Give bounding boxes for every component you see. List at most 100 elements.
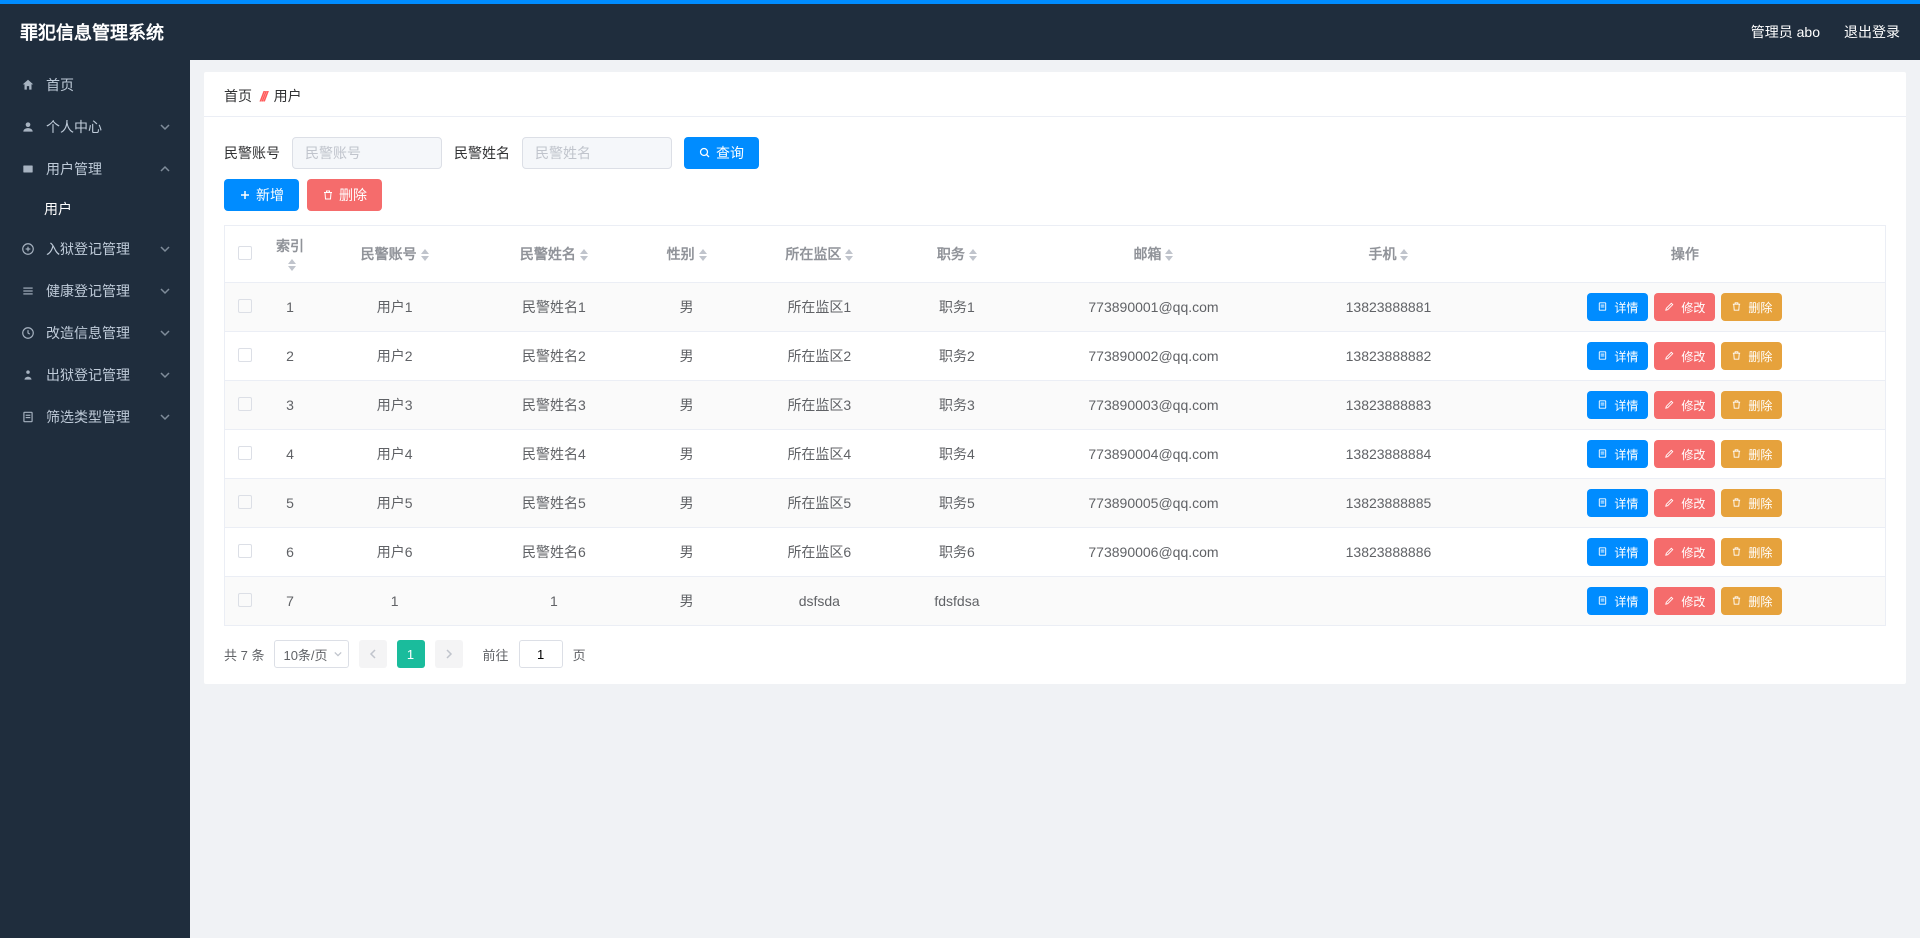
row-delete-button[interactable]: 删除 <box>1721 587 1782 615</box>
cell-phone: 13823888886 <box>1292 528 1485 577</box>
cell-zone: 所在监区5 <box>740 479 899 528</box>
column-header[interactable]: 所在监区 <box>740 226 899 283</box>
column-header[interactable]: 手机 <box>1292 226 1485 283</box>
page-size-select[interactable]: 10条/页 <box>274 640 348 668</box>
sidebar-item-label: 首页 <box>46 75 74 95</box>
add-button[interactable]: 新增 <box>224 179 299 211</box>
chevron-down-icon <box>334 650 342 658</box>
column-header[interactable]: 民警姓名 <box>474 226 633 283</box>
detail-button[interactable]: 详情 <box>1587 440 1648 468</box>
prev-page-button[interactable] <box>359 640 387 668</box>
search-button[interactable]: 查询 <box>684 137 759 169</box>
select-all-checkbox[interactable] <box>238 246 252 260</box>
edit-button[interactable]: 修改 <box>1654 342 1715 370</box>
chevron-down-icon <box>160 412 170 422</box>
document-icon <box>1597 595 1609 607</box>
sidebar-subitem-user[interactable]: 用户 <box>0 190 190 228</box>
row-checkbox[interactable] <box>238 544 252 558</box>
chevron-down-icon <box>160 244 170 254</box>
cell-duty: 职务3 <box>899 381 1015 430</box>
edit-button[interactable]: 修改 <box>1654 391 1715 419</box>
chevron-down-icon <box>160 286 170 296</box>
row-delete-button[interactable]: 删除 <box>1721 391 1782 419</box>
row-delete-button[interactable]: 删除 <box>1721 538 1782 566</box>
data-table: 索引民警账号民警姓名性别所在监区职务邮箱手机操作 1用户1民警姓名1男所在监区1… <box>224 225 1886 626</box>
chevron-down-icon <box>160 328 170 338</box>
cell-index: 5 <box>265 479 315 528</box>
search-input-name[interactable] <box>522 137 672 169</box>
cell-zone: dsfsda <box>740 577 899 626</box>
app-title: 罪犯信息管理系统 <box>20 19 164 45</box>
sidebar-item-7[interactable]: 筛选类型管理 <box>0 396 190 438</box>
row-checkbox[interactable] <box>238 348 252 362</box>
detail-button[interactable]: 详情 <box>1587 293 1648 321</box>
delete-button[interactable]: 删除 <box>307 179 382 211</box>
cell-email: 773890006@qq.com <box>1015 528 1292 577</box>
breadcrumb-current: 用户 <box>274 86 302 106</box>
detail-button[interactable]: 详情 <box>1587 342 1648 370</box>
detail-button[interactable]: 详情 <box>1587 538 1648 566</box>
search-input-account[interactable] <box>292 137 442 169</box>
row-checkbox[interactable] <box>238 495 252 509</box>
next-page-button[interactable] <box>435 640 463 668</box>
sidebar-item-1[interactable]: 个人中心 <box>0 106 190 148</box>
column-header[interactable]: 性别 <box>634 226 740 283</box>
edit-icon <box>1664 399 1676 411</box>
column-header[interactable]: 职务 <box>899 226 1015 283</box>
edit-button[interactable]: 修改 <box>1654 538 1715 566</box>
search-label-account: 民警账号 <box>224 143 280 163</box>
document-icon <box>1597 350 1609 362</box>
sidebar-item-4[interactable]: 健康登记管理 <box>0 270 190 312</box>
breadcrumb-home[interactable]: 首页 <box>224 86 252 106</box>
edit-button[interactable]: 修改 <box>1654 587 1715 615</box>
cell-name: 民警姓名3 <box>474 381 633 430</box>
edit-button[interactable]: 修改 <box>1654 440 1715 468</box>
page-1-button[interactable]: 1 <box>397 640 425 668</box>
edit-button[interactable]: 修改 <box>1654 489 1715 517</box>
trash-icon <box>1731 448 1743 460</box>
sort-icon <box>288 259 296 271</box>
cell-zone: 所在监区2 <box>740 332 899 381</box>
detail-button[interactable]: 详情 <box>1587 489 1648 517</box>
sidebar-item-0[interactable]: 首页 <box>0 64 190 106</box>
goto-page-input[interactable] <box>519 640 563 668</box>
column-header[interactable]: 邮箱 <box>1015 226 1292 283</box>
edit-button[interactable]: 修改 <box>1654 293 1715 321</box>
cell-index: 2 <box>265 332 315 381</box>
row-delete-button[interactable]: 删除 <box>1721 342 1782 370</box>
cell-name: 民警姓名1 <box>474 283 633 332</box>
sidebar-item-6[interactable]: 出狱登记管理 <box>0 354 190 396</box>
row-delete-button[interactable]: 删除 <box>1721 489 1782 517</box>
admin-label[interactable]: 管理员 abo <box>1751 22 1820 42</box>
row-delete-button[interactable]: 删除 <box>1721 440 1782 468</box>
cell-zone: 所在监区3 <box>740 381 899 430</box>
cell-account: 1 <box>315 577 474 626</box>
trash-icon <box>1731 301 1743 313</box>
sidebar-item-3[interactable]: 入狱登记管理 <box>0 228 190 270</box>
pagination: 共 7 条 10条/页 1 前往 页 <box>204 626 1906 668</box>
trash-icon <box>1731 546 1743 558</box>
detail-button[interactable]: 详情 <box>1587 391 1648 419</box>
detail-button[interactable]: 详情 <box>1587 587 1648 615</box>
row-checkbox[interactable] <box>238 593 252 607</box>
sidebar-item-label: 入狱登记管理 <box>46 239 130 259</box>
cell-index: 6 <box>265 528 315 577</box>
column-header[interactable]: 民警账号 <box>315 226 474 283</box>
column-header[interactable]: 索引 <box>265 226 315 283</box>
goto-suffix: 页 <box>573 645 586 664</box>
row-delete-button[interactable]: 删除 <box>1721 293 1782 321</box>
logout-link[interactable]: 退出登录 <box>1844 22 1900 42</box>
main-content: 首页 /// 用户 民警账号 民警姓名 查询 <box>190 60 1920 938</box>
row-checkbox[interactable] <box>238 299 252 313</box>
cell-email: 773890001@qq.com <box>1015 283 1292 332</box>
cell-email: 773890003@qq.com <box>1015 381 1292 430</box>
list-icon <box>20 283 36 299</box>
sidebar-item-2[interactable]: 用户管理 <box>0 148 190 190</box>
cell-index: 3 <box>265 381 315 430</box>
trash-icon <box>1731 497 1743 509</box>
sidebar-item-5[interactable]: 改造信息管理 <box>0 312 190 354</box>
sort-icon <box>1165 249 1173 261</box>
row-checkbox[interactable] <box>238 397 252 411</box>
cell-gender: 男 <box>634 332 740 381</box>
row-checkbox[interactable] <box>238 446 252 460</box>
